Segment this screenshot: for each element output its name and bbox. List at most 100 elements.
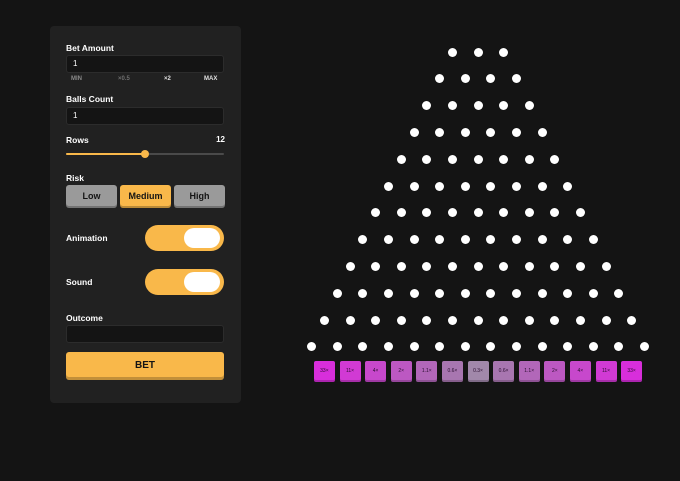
peg [627, 315, 637, 325]
peg [499, 261, 509, 271]
peg [460, 342, 470, 352]
max-bet-button[interactable]: MAX [204, 76, 217, 82]
peg [499, 47, 509, 57]
balls-count-input[interactable]: 1 [66, 107, 224, 125]
sound-toggle-knob [184, 272, 220, 292]
min-bet-button[interactable]: MIN [71, 76, 82, 82]
peg [524, 315, 534, 325]
double-bet-button[interactable]: ×2 [164, 76, 171, 82]
peg [524, 208, 534, 218]
settings-panel: Bet Amount 1 MIN ×0.5 ×2 MAX Balls Count… [50, 26, 241, 403]
peg [383, 288, 393, 298]
peg [537, 342, 547, 352]
peg [473, 261, 483, 271]
peg [422, 154, 432, 164]
peg [575, 315, 585, 325]
peg [307, 342, 317, 352]
peg [447, 261, 457, 271]
peg [563, 342, 573, 352]
peg [511, 181, 521, 191]
peg [537, 235, 547, 245]
peg [460, 74, 470, 84]
peg [614, 288, 624, 298]
peg [550, 315, 560, 325]
peg [550, 208, 560, 218]
peg [563, 235, 573, 245]
peg [511, 342, 521, 352]
peg [409, 181, 419, 191]
peg [524, 154, 534, 164]
multiplier-bucket: 33× [621, 361, 643, 382]
multiplier-bucket: 0.3× [467, 361, 489, 382]
multiplier-bucket: 33× [313, 361, 335, 382]
peg [460, 235, 470, 245]
risk-label: Risk [66, 173, 84, 183]
peg [511, 127, 521, 137]
peg [499, 208, 509, 218]
rows-slider-fill [66, 153, 145, 155]
multiplier-bucket: 0.6× [493, 361, 515, 382]
peg [383, 342, 393, 352]
peg [550, 261, 560, 271]
animation-toggle-knob [184, 228, 220, 248]
peg [486, 235, 496, 245]
peg [447, 154, 457, 164]
multiplier-bucket: 11× [595, 361, 617, 382]
peg [435, 74, 445, 84]
risk-low-button[interactable]: Low [66, 185, 117, 208]
peg [358, 235, 368, 245]
peg [435, 235, 445, 245]
peg [486, 127, 496, 137]
peg [460, 288, 470, 298]
peg [486, 342, 496, 352]
peg [601, 315, 611, 325]
rows-value: 12 [216, 135, 225, 144]
peg [460, 127, 470, 137]
multiplier-bucket: 4× [365, 361, 387, 382]
rows-slider-thumb[interactable] [141, 150, 149, 158]
peg [524, 101, 534, 111]
peg [486, 288, 496, 298]
peg [588, 342, 598, 352]
risk-medium-button[interactable]: Medium [120, 185, 171, 208]
peg [550, 154, 560, 164]
peg [614, 342, 624, 352]
peg [396, 315, 406, 325]
risk-high-button[interactable]: High [174, 185, 225, 208]
peg [575, 208, 585, 218]
sound-toggle[interactable] [145, 269, 224, 295]
rows-label: Rows [66, 135, 89, 145]
multiplier-bucket: 4× [569, 361, 591, 382]
peg [383, 235, 393, 245]
peg [345, 261, 355, 271]
peg [473, 101, 483, 111]
peg [537, 288, 547, 298]
peg [383, 181, 393, 191]
peg [537, 127, 547, 137]
peg [447, 47, 457, 57]
peg [447, 101, 457, 111]
bet-amount-input[interactable]: 1 [66, 55, 224, 73]
multiplier-bucket: 2× [390, 361, 412, 382]
peg [563, 181, 573, 191]
peg [473, 315, 483, 325]
peg [473, 208, 483, 218]
peg [358, 288, 368, 298]
peg [511, 74, 521, 84]
peg [371, 315, 381, 325]
animation-toggle[interactable] [145, 225, 224, 251]
peg [511, 235, 521, 245]
peg [345, 315, 355, 325]
peg [486, 181, 496, 191]
peg [435, 181, 445, 191]
outcome-label: Outcome [66, 313, 103, 323]
peg [358, 342, 368, 352]
rows-slider[interactable] [66, 150, 224, 158]
peg [435, 288, 445, 298]
peg [371, 208, 381, 218]
bet-button[interactable]: BET [66, 352, 224, 380]
peg [524, 261, 534, 271]
half-bet-button[interactable]: ×0.5 [118, 76, 130, 82]
peg [396, 208, 406, 218]
peg [601, 261, 611, 271]
